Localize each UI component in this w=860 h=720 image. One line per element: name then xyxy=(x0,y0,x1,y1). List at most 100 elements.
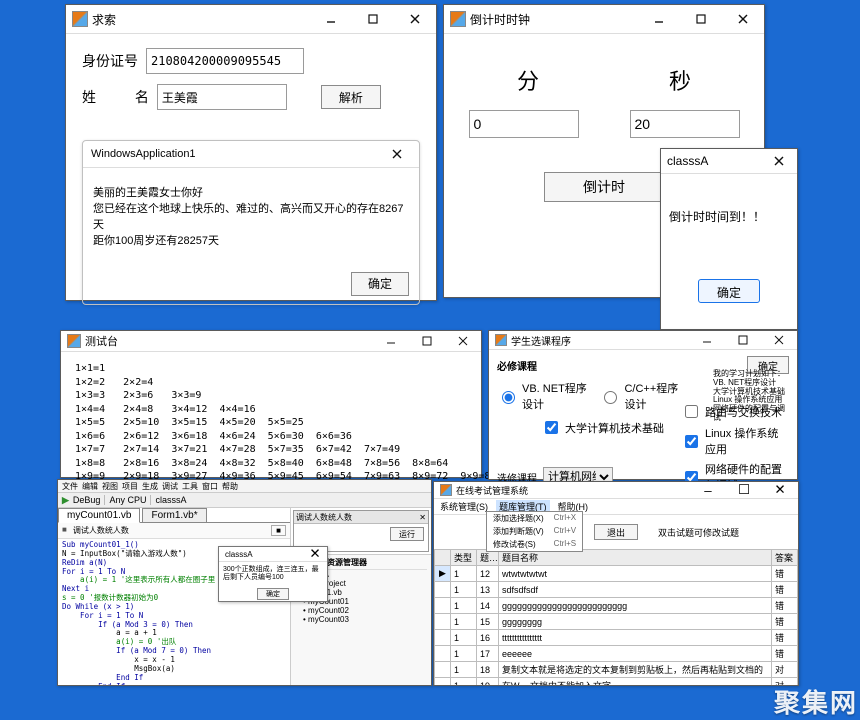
msgbox-ok-button[interactable]: 确定 xyxy=(351,272,409,296)
table-cell[interactable] xyxy=(435,630,451,646)
table-cell: 1 xyxy=(451,598,477,614)
table-cell: 1 xyxy=(451,582,477,598)
ide-cpu[interactable]: Any CPU xyxy=(109,495,146,505)
ide-menu-item[interactable]: 窗口 xyxy=(202,481,218,492)
countdown-start-button[interactable]: 倒计时 xyxy=(544,172,664,202)
radio-cc[interactable]: C/C++程序设计 xyxy=(599,380,681,412)
minimize-button[interactable] xyxy=(377,332,405,350)
form-run-button[interactable]: 运行 xyxy=(390,527,424,541)
minimize-button[interactable]: – xyxy=(694,481,722,499)
run-icon[interactable]: ▶ xyxy=(62,495,69,506)
multiplication-table: 1×1=1 1×2=2 2×2=4 1×3=3 2×3=6 3×3=9 1×4=… xyxy=(61,352,481,494)
maximize-button[interactable] xyxy=(684,8,718,30)
maximize-button[interactable] xyxy=(413,332,441,350)
table-cell[interactable] xyxy=(435,598,451,614)
table-row[interactable]: 114ggggggggggggggggggggggggg错 xyxy=(435,598,798,614)
exam-table-scroll[interactable]: 类型题目编号题目名称答案 ▶112wtwtwtwtwt错113sdfsdfsdf… xyxy=(434,549,798,686)
alert-titlebar[interactable]: classsA xyxy=(661,149,797,174)
ide-menu-item[interactable]: 生成 xyxy=(142,481,158,492)
chk-linux[interactable]: Linux 操作系统应用 xyxy=(681,425,789,457)
exam-dropdown-item[interactable]: 修改试卷(S)Ctrl+S xyxy=(487,538,582,551)
minimize-button[interactable] xyxy=(642,8,676,30)
table-cell[interactable] xyxy=(435,646,451,662)
chk-cs-basics[interactable]: 大学计算机技术基础 xyxy=(541,418,681,437)
exam-exit-button[interactable]: 退出 xyxy=(594,524,638,540)
ide-dialog-close-button[interactable]: ✕ xyxy=(307,548,323,560)
exam-table[interactable]: 类型题目编号题目名称答案 ▶112wtwtwtwtwt错113sdfsdfsdf… xyxy=(434,549,798,686)
exam-dropdown-menu[interactable]: 添加选择题(X)Ctrl+X添加判断题(V)Ctrl+V修改试卷(S)Ctrl+… xyxy=(486,511,583,552)
ide-dialog-title: classsA xyxy=(225,550,253,559)
msgbox-titlebar[interactable]: WindowsApplication1 xyxy=(83,141,419,168)
table-cell: 12 xyxy=(477,566,499,582)
table-cell[interactable] xyxy=(435,582,451,598)
watermark: 聚集网 xyxy=(774,683,858,720)
exam-col-header[interactable]: 答案 xyxy=(772,550,798,566)
table-row[interactable]: 118复制文本就是将选定的文本复制到剪贴板上，然后再粘贴到文档的对 xyxy=(435,662,798,678)
explorer-item[interactable]: • myCount02 xyxy=(295,606,427,615)
table-cell[interactable]: ▶ xyxy=(435,566,451,582)
ide-menu-item[interactable]: 调试 xyxy=(162,481,178,492)
table-cell: 1 xyxy=(451,566,477,582)
ide-menu-item[interactable]: 工具 xyxy=(182,481,198,492)
second-input[interactable] xyxy=(630,110,740,138)
ide-dialog-ok-button[interactable]: 确定 xyxy=(257,588,289,600)
alert-title: classsA xyxy=(667,154,708,168)
table-cell[interactable] xyxy=(435,678,451,687)
qiusuo-titlebar[interactable]: 求索 xyxy=(66,5,436,34)
exam-tip: 双击试题可修改试题 xyxy=(658,526,739,539)
close-button[interactable]: ✕ xyxy=(766,481,794,499)
ide-menu-item[interactable]: 帮助 xyxy=(222,481,238,492)
ide-menu-bar[interactable]: 文件 编辑 视图 项目 生成 调试 工具 窗口 帮助 xyxy=(58,480,431,493)
minimize-button[interactable] xyxy=(314,8,348,30)
parse-button[interactable]: 解析 xyxy=(321,85,381,109)
ide-menu-item[interactable]: 视图 xyxy=(102,481,118,492)
minimize-button[interactable] xyxy=(693,331,721,349)
alert-close-button[interactable] xyxy=(765,152,793,170)
msgbox-close-button[interactable] xyxy=(383,145,411,163)
countdown-titlebar[interactable]: 倒计时时钟 xyxy=(444,5,764,34)
close-button[interactable] xyxy=(726,8,760,30)
table-row[interactable]: 113sdfsdfsdf错 xyxy=(435,582,798,598)
ide-config[interactable]: DeBug xyxy=(73,495,101,505)
table-row[interactable]: ▶112wtwtwtwtwt错 xyxy=(435,566,798,582)
table-cell: 16 xyxy=(477,630,499,646)
exam-dropdown-item[interactable]: 添加判断题(V)Ctrl+V xyxy=(487,525,582,538)
ide-menu-item[interactable]: 文件 xyxy=(62,481,78,492)
maximize-button[interactable] xyxy=(729,331,757,349)
course-titlebar[interactable]: 学生选课程序 xyxy=(489,331,797,350)
table-cell: 14 xyxy=(477,598,499,614)
table-row[interactable]: 116tttttttttttttttt错 xyxy=(435,630,798,646)
table-row[interactable]: 115gggggggg错 xyxy=(435,614,798,630)
ide-menu-item[interactable]: 项目 xyxy=(122,481,138,492)
ide-tab-other[interactable]: Form1.vb* xyxy=(142,508,206,523)
ide-tab-open[interactable]: myCount01.vb xyxy=(58,508,140,523)
table-cell[interactable] xyxy=(435,614,451,630)
testbench-title: 测试台 xyxy=(85,333,118,349)
table-cell[interactable] xyxy=(435,662,451,678)
id-input[interactable] xyxy=(146,48,304,74)
exam-menu-item[interactable]: 系统管理(S) xyxy=(440,500,488,513)
exam-dropdown-item[interactable]: 添加选择题(X)Ctrl+X xyxy=(487,512,582,525)
table-row[interactable]: 117eeeeee错 xyxy=(435,646,798,662)
minute-input[interactable] xyxy=(469,110,579,138)
ide-toolbar[interactable]: ▶ DeBug Any CPU classsA xyxy=(58,493,431,508)
qiusuo-window: 求索 身份证号 姓 名 解析 WindowsApplication1 美丽的王美 xyxy=(65,4,437,301)
exam-col-header[interactable] xyxy=(435,550,451,566)
radio-vb[interactable]: VB. NET程序设计 xyxy=(497,380,587,412)
testbench-titlebar[interactable]: 测试台 xyxy=(61,331,481,352)
close-button[interactable] xyxy=(765,331,793,349)
maximize-button[interactable]: ☐ xyxy=(730,481,758,499)
alert-ok-button[interactable]: 确定 xyxy=(698,279,760,303)
close-button[interactable] xyxy=(449,332,477,350)
ide-menu-item[interactable]: 编辑 xyxy=(82,481,98,492)
ide-dialog-titlebar[interactable]: classsA ✕ xyxy=(219,547,327,562)
maximize-button[interactable] xyxy=(356,8,390,30)
table-row[interactable]: 119在W~~文档中不能加入文字。对 xyxy=(435,678,798,687)
close-icon[interactable]: ✕ xyxy=(419,513,426,522)
exam-col-header[interactable]: 类型 xyxy=(451,550,477,566)
close-button[interactable] xyxy=(398,8,432,30)
qiusuo-title: 求索 xyxy=(92,11,116,28)
name-input[interactable] xyxy=(157,84,287,110)
exam-titlebar[interactable]: 在线考试管理系统 – ☐ ✕ xyxy=(434,482,798,499)
explorer-item[interactable]: • myCount03 xyxy=(295,615,427,624)
